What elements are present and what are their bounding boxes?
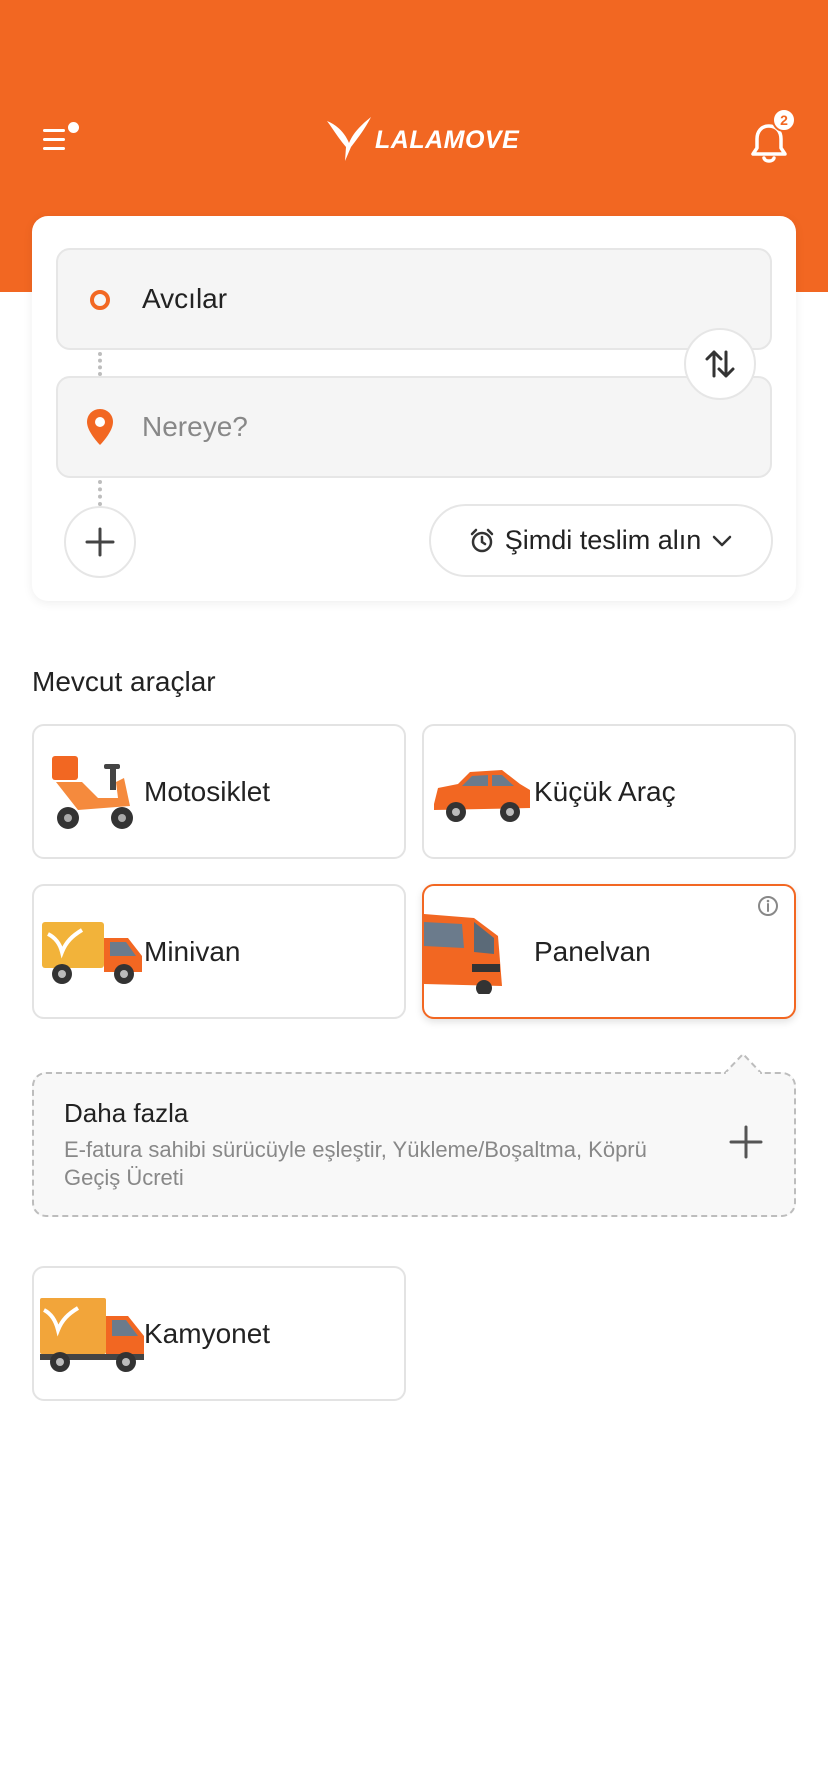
vehicle-card-kamyonet[interactable]: Kamyonet [32,1266,406,1401]
motorcycle-icon [52,756,133,829]
panel-van-icon [424,914,502,994]
dropoff-field[interactable]: Nereye? [56,376,772,478]
add-stop-button[interactable] [64,506,136,578]
info-icon[interactable] [756,894,780,918]
vehicle-label: Panelvan [534,936,651,967]
minivan-icon [42,922,142,984]
brand-name: LALAMOVE [375,125,520,154]
brand-logo: LALAMOVE [325,112,519,168]
chevron-down-icon [713,535,732,546]
dropoff-placeholder: Nereye? [142,411,248,442]
vehicle-label: Küçük Araç [534,776,676,807]
plus-icon[interactable] [728,1124,764,1160]
vehicle-label: Kamyonet [144,1318,271,1349]
more-options-title: Daha fazla [64,1098,189,1128]
plus-icon [85,527,115,557]
pin-icon [87,409,113,445]
car-icon [434,770,530,822]
lalamove-bird-icon [327,117,371,161]
vehicles-section-title: Mevcut araçlar [32,666,216,697]
vehicle-card-kucuk-arac[interactable]: Küçük Araç [422,724,796,859]
schedule-label: Şimdi teslim alın [504,525,702,555]
vehicle-card-panelvan[interactable]: Panelvan [422,884,796,1019]
pickup-value: Avcılar [142,283,228,314]
route-card: Avcılar Nereye? Şimdi teslim alın [32,216,796,601]
pickup-field[interactable]: Avcılar [56,248,772,350]
menu-button[interactable] [40,120,80,160]
swap-icon [705,350,735,378]
schedule-button[interactable]: Şimdi teslim alın [429,504,773,577]
truck-icon [40,1298,144,1372]
notification-badge: 2 [772,108,796,132]
vehicle-card-minivan[interactable]: Minivan [32,884,406,1019]
selection-caret [724,1052,762,1074]
vehicle-card-motosiklet[interactable]: Motosiklet [32,724,406,859]
vehicle-label: Minivan [144,936,241,967]
swap-button[interactable] [684,328,756,400]
alarm-clock-icon [470,528,493,552]
pickup-ring-icon [90,290,110,310]
route-connector-2 [98,480,102,506]
more-options-box[interactable]: Daha fazla E-fatura sahibi sürücüyle eşl… [32,1072,796,1217]
vehicle-label: Motosiklet [144,776,271,807]
route-connector [98,352,102,376]
more-options-description: E-fatura sahibi sürücüyle eşleştir, Yükl… [64,1137,647,1190]
